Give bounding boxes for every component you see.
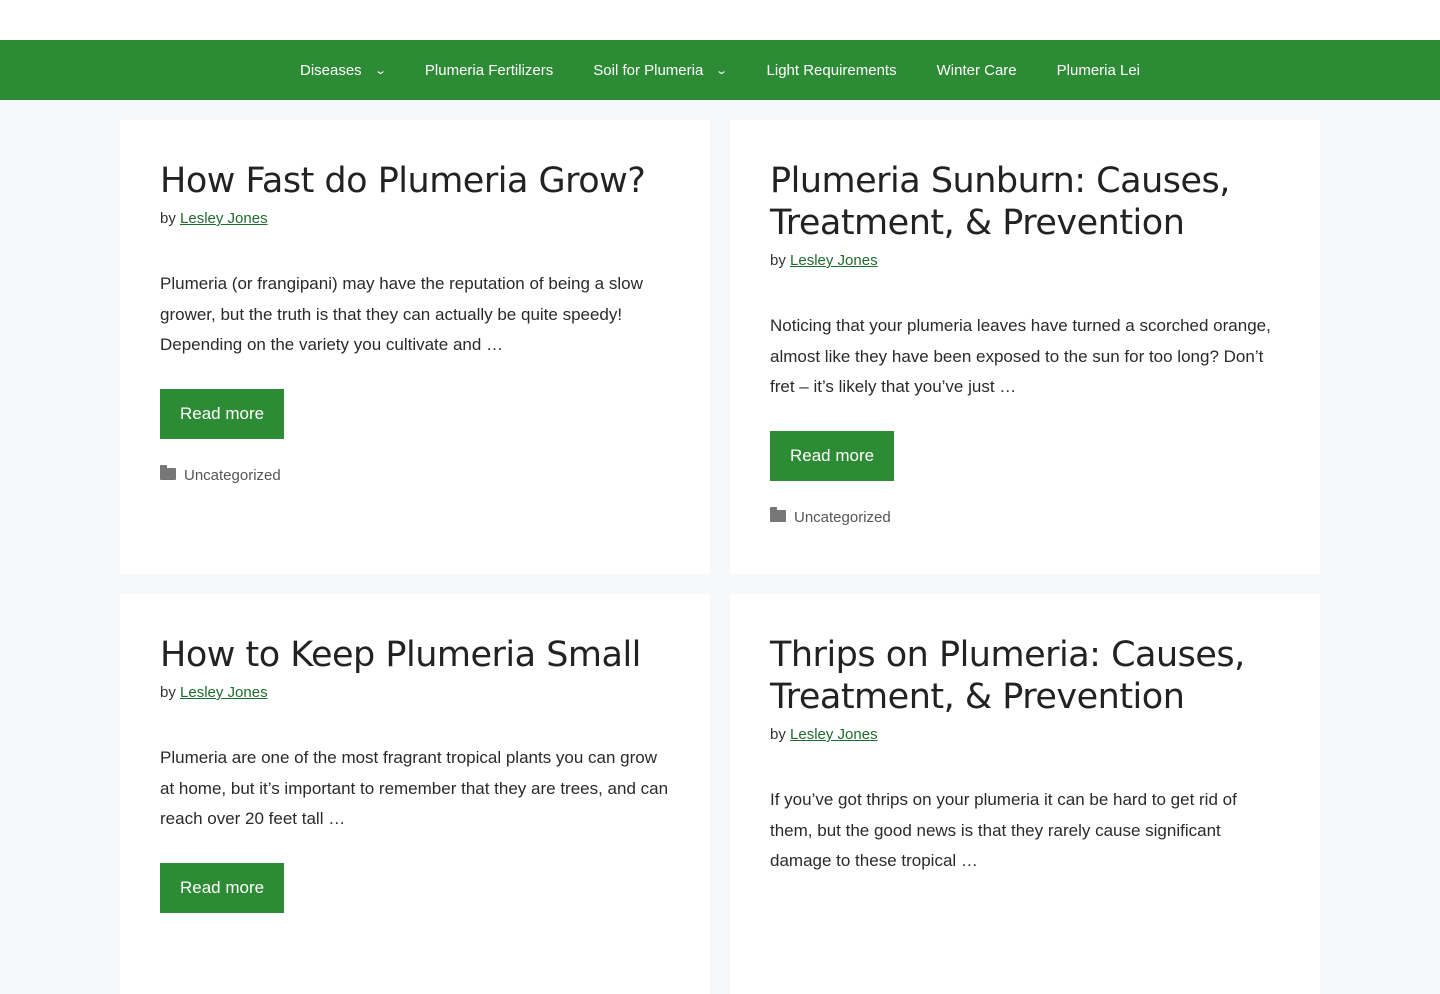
read-more-button[interactable]: Read more xyxy=(770,430,895,481)
nav-item-winter-care[interactable]: Winter Care xyxy=(917,40,1037,100)
post-byline: by Lesley Jones xyxy=(160,684,670,701)
post-title[interactable]: How to Keep Plumeria Small xyxy=(160,634,670,676)
post-title[interactable]: Plumeria Sunburn: Causes, Treatment, & P… xyxy=(770,160,1280,244)
nav-item-plumeria-lei[interactable]: Plumeria Lei xyxy=(1037,40,1160,100)
post-card: Plumeria Sunburn: Causes, Treatment, & P… xyxy=(730,120,1320,574)
main-navigation: Diseases ⌄ Plumeria Fertilizers Soil for… xyxy=(0,40,1440,100)
author-link[interactable]: Lesley Jones xyxy=(790,252,878,269)
nav-item-label: Soil for Plumeria xyxy=(593,61,704,79)
category-link[interactable]: Uncategorized xyxy=(794,509,891,526)
author-link[interactable]: Lesley Jones xyxy=(180,684,268,701)
post-excerpt: Plumeria (or frangipani) may have the re… xyxy=(160,274,643,354)
nav-item-plumeria-fertilizers[interactable]: Plumeria Fertilizers xyxy=(405,40,573,100)
read-more-button[interactable]: Read more xyxy=(160,388,285,439)
post-grid: How Fast do Plumeria Grow? by Lesley Jon… xyxy=(120,120,1320,994)
author-link[interactable]: Lesley Jones xyxy=(790,726,878,743)
nav-item-label: Winter Care xyxy=(936,61,1017,79)
nav-item-soil-for-plumeria[interactable]: Soil for Plumeria ⌄ xyxy=(573,40,746,100)
nav-item-label: Plumeria Lei xyxy=(1056,61,1141,79)
post-card: How Fast do Plumeria Grow? by Lesley Jon… xyxy=(120,120,710,574)
post-categories: Uncategorized xyxy=(770,507,1280,526)
byline-prefix: by xyxy=(770,726,786,743)
post-byline: by Lesley Jones xyxy=(160,210,670,227)
nav-item-label: Plumeria Fertilizers xyxy=(424,61,554,79)
folder-icon xyxy=(160,465,176,480)
read-more-button[interactable]: Read more xyxy=(160,862,285,913)
post-card: Thrips on Plumeria: Causes, Treatment, &… xyxy=(730,594,1320,994)
byline-prefix: by xyxy=(770,252,786,269)
byline-prefix: by xyxy=(160,210,176,227)
post-card: How to Keep Plumeria Small by Lesley Jon… xyxy=(120,594,710,994)
chevron-down-icon: ⌄ xyxy=(715,64,729,77)
byline-prefix: by xyxy=(160,684,176,701)
post-byline: by Lesley Jones xyxy=(770,252,1280,269)
folder-icon xyxy=(770,507,786,522)
post-categories: Uncategorized xyxy=(160,465,670,484)
nav-item-light-requirements[interactable]: Light Requirements xyxy=(747,40,917,100)
post-byline: by Lesley Jones xyxy=(770,726,1280,743)
post-title[interactable]: Thrips on Plumeria: Causes, Treatment, &… xyxy=(770,634,1280,718)
post-excerpt: Noticing that your plumeria leaves have … xyxy=(770,316,1271,396)
nav-item-diseases[interactable]: Diseases ⌄ xyxy=(280,40,405,100)
nav-item-label: Diseases xyxy=(299,61,362,79)
post-excerpt: Plumeria are one of the most fragrant tr… xyxy=(160,748,669,828)
chevron-down-icon: ⌄ xyxy=(373,64,387,77)
post-excerpt: If you’ve got thrips on your plumeria it… xyxy=(770,790,1237,870)
nav-item-label: Light Requirements xyxy=(766,61,897,79)
post-title[interactable]: How Fast do Plumeria Grow? xyxy=(160,160,670,202)
top-header-bar xyxy=(0,0,1440,40)
author-link[interactable]: Lesley Jones xyxy=(180,210,268,227)
category-link[interactable]: Uncategorized xyxy=(184,467,281,484)
